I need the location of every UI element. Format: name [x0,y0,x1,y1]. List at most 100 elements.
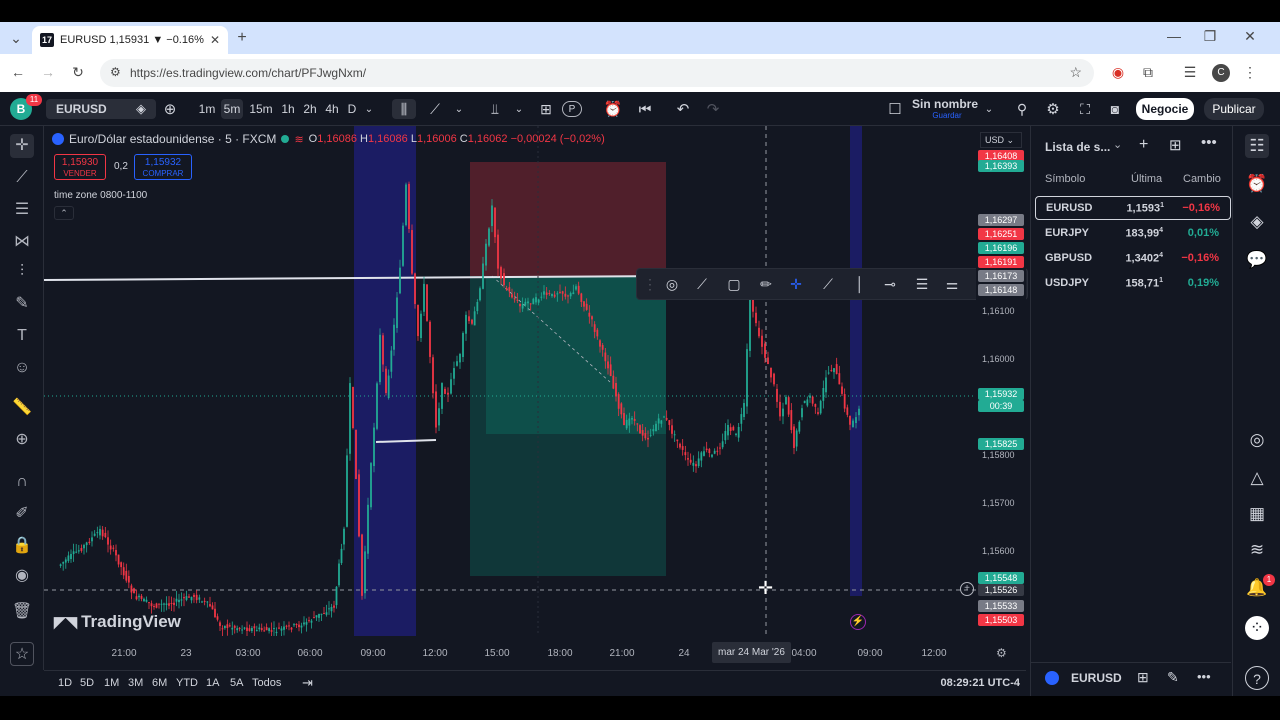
lock-drawing-icon[interactable]: ✐ [10,502,34,526]
clock-label[interactable]: 08:29:21 UTC-4 [941,677,1020,689]
extensions-puzzle-icon[interactable]: ⧉ [1138,64,1158,81]
chat-icon[interactable]: 💬 [1245,248,1269,272]
fib-icon[interactable]: ☰ [10,198,34,222]
range-ytd[interactable]: YTD [176,677,198,689]
trendline-icon[interactable]: ⟋ [10,166,34,190]
watchlist-dropdown-icon[interactable]: ⌄ [1113,138,1122,151]
layouts-icon[interactable]: ⊞ [536,99,556,119]
fullscreen-icon[interactable]: ⛶ [1074,99,1096,119]
quick-search-icon[interactable]: ⚲ [1012,99,1032,119]
media-icon[interactable]: ☰ [1180,64,1200,81]
interval-4h[interactable]: 4h [322,99,342,119]
extension-icon[interactable]: ◉ [1108,64,1128,81]
goto-date-icon[interactable]: ⇥ [302,675,313,691]
zoom-in-icon[interactable]: ⊕ [10,428,34,452]
vertical-line-icon[interactable]: │ [849,273,871,295]
range-5d[interactable]: 5D [80,677,94,689]
template-icon[interactable]: ◎ [661,273,683,295]
crosshair-icon[interactable]: ✛ [10,134,34,158]
minimize-icon[interactable]: — [1164,28,1184,44]
layout-dropdown-icon[interactable]: ⌄ [982,99,996,119]
browser-tab[interactable]: 17 EURUSD 1,15931 ▼ −0.16% Sin ✕ [32,26,228,54]
restore-icon[interactable]: ❐ [1200,28,1220,45]
lightning-icon[interactable]: ⚡ [850,614,866,630]
add-symbol-plus-icon[interactable]: + [1139,136,1148,154]
brush-icon[interactable]: ✎ [10,292,34,316]
watchlist-row[interactable]: GBPUSD 1,34024 −0,16% [1035,246,1231,270]
range-todos[interactable]: Todos [252,677,281,689]
apps-grid-icon[interactable]: ⁘ [1245,616,1269,640]
layers-icon[interactable]: ◈ [1245,210,1269,234]
pattern-icon[interactable]: ⋈ [10,230,34,254]
col-change[interactable]: Cambio [1183,173,1227,185]
compare-icon[interactable]: ◈ [132,99,150,119]
trade-button[interactable]: Negocie [1136,98,1194,120]
watchlist-icon[interactable]: ☷ [1245,134,1269,158]
chart-title[interactable]: Euro/Dólar estadounidense · 5 · FXCM [69,132,276,146]
style-dropdown-icon[interactable]: ⌄ [452,99,466,119]
timezone-gear-icon[interactable]: ⚙ [996,646,1007,660]
range-5a[interactable]: 5A [230,677,243,689]
line-style-icon[interactable]: ⟋ [424,99,446,119]
text-icon[interactable]: T [10,324,34,348]
watchlist-title[interactable]: Lista de s... [1045,140,1110,154]
time-axis[interactable]: 21:00 23 03:00 06:00 09:00 12:00 15:00 18:00 21:… [44,636,1026,670]
crosshair-style-icon[interactable]: ✛ [785,273,807,295]
interval-d[interactable]: D [344,99,360,119]
snapshot-camera-icon[interactable]: ◙ [1104,99,1126,119]
ruler-icon[interactable]: 📏 [10,396,34,420]
reload-icon[interactable]: ↻ [68,64,88,81]
ideas-icon[interactable]: △ [1245,466,1269,490]
horizontal-ray-icon[interactable]: ⊸ [879,273,901,295]
chart-pane[interactable]: Euro/Dólar estadounidense · 5 · FXCM ≋ O… [44,126,976,636]
drag-handle-icon[interactable]: ⋮ [639,273,661,295]
interval-1h[interactable]: 1h [278,99,298,119]
back-icon[interactable]: ← [8,64,28,80]
alerts-clock-icon[interactable]: ⏰ [1245,172,1269,196]
candles-style-icon[interactable]: ⫼ [392,99,416,119]
range-1m[interactable]: 1M [104,677,119,689]
magnet-icon[interactable]: ∩ [10,470,34,494]
watchlist-row[interactable]: EURJPY 183,994 0,01% [1035,221,1231,245]
tab-search-icon[interactable]: ⌄ [6,30,26,47]
line-color-icon[interactable]: ⟋ [691,273,713,295]
url-field[interactable]: ⚙ https://es.tradingview.com/chart/PFJwg… [100,59,1094,87]
price-chart[interactable] [44,126,976,636]
interval-2h[interactable]: 2h [300,99,320,119]
indicators-icon[interactable]: ⫫ [484,99,506,119]
add-alert-plus-icon[interactable]: + [960,582,974,596]
watchlist-row[interactable]: EURUSD 1,15931 −0,16% [1035,196,1231,220]
new-tab-icon[interactable]: + [232,29,252,47]
settings-gear-icon[interactable]: ⚙ [1042,99,1064,119]
col-last[interactable]: Última [1131,173,1162,185]
eye-icon[interactable]: ◉ [10,564,34,588]
lock-icon[interactable]: 🔒 [10,534,34,558]
watchlist-more-icon[interactable]: ••• [1201,134,1217,151]
currency-selector[interactable]: USD ⌄ [980,132,1022,148]
bookmark-star-icon[interactable]: ☆ [1069,64,1082,81]
help-icon[interactable]: ? [1245,666,1269,690]
browser-menu-icon[interactable]: ⋮ [1240,64,1260,81]
forecast-icon[interactable]: ⫶ [10,260,34,284]
line-style-icon-2[interactable]: ⟋ [817,273,839,295]
emoji-icon[interactable]: ☺ [10,356,34,380]
footer-grid-icon[interactable]: ⊞ [1137,669,1149,686]
news-feed-icon[interactable]: ≋ [1245,538,1269,562]
interval-dropdown-icon[interactable]: ⌄ [362,99,376,119]
range-6m[interactable]: 6M [152,677,167,689]
interval-1m[interactable]: 1m [196,99,218,119]
footer-more-icon[interactable]: ••• [1197,669,1211,684]
range-3m[interactable]: 3M [128,677,143,689]
p-icon[interactable]: P [562,101,582,117]
layout-square-icon[interactable]: ☐ [884,99,906,119]
close-tab-icon[interactable]: ✕ [210,33,220,47]
favorites-star-icon[interactable]: ☆ [10,642,34,666]
fill-color-icon[interactable]: ▢ [723,273,745,295]
buy-button[interactable]: 1,15932 COMPRAR [134,154,192,180]
watchlist-layout-icon[interactable]: ⊞ [1169,136,1182,154]
interval-15m[interactable]: 15m [248,99,274,119]
forward-icon[interactable]: → [38,64,58,80]
range-1d[interactable]: 1D [58,677,72,689]
add-symbol-icon[interactable]: ⊕ [160,99,180,119]
site-info-icon[interactable]: ⚙ [110,65,121,79]
